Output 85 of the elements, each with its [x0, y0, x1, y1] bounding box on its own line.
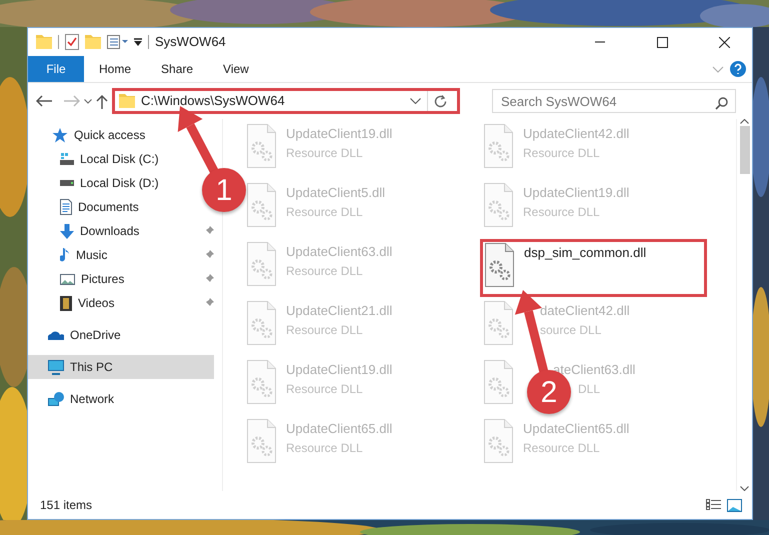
file-name: dsp_sim_common.dll	[524, 244, 646, 262]
drive-icon	[60, 180, 74, 186]
file-type: Resource DLL	[286, 204, 363, 220]
monitor-icon	[48, 360, 64, 374]
dll-file-icon	[247, 360, 276, 404]
maximize-icon	[656, 36, 668, 48]
file-name: UpdateClient65.dll	[286, 420, 392, 438]
search-icon[interactable]	[715, 97, 728, 110]
file-name: UpdateClient5.dll	[286, 184, 386, 202]
file-name: dateClient42.dll	[540, 302, 630, 320]
dll-file-icon	[484, 360, 513, 404]
file-type: Resource DLL	[523, 144, 600, 162]
dll-file-icon	[247, 301, 276, 345]
dll-file-icon	[484, 183, 513, 227]
sidebar-item[interactable]: Music	[28, 243, 112, 267]
cloud-icon	[48, 330, 64, 340]
sidebar-item[interactable]: Local Disk (D:)	[28, 171, 163, 195]
sidebar-item[interactable]: OneDrive	[28, 323, 125, 347]
scroll-down-icon[interactable]	[740, 486, 749, 491]
file-type: Resource DLL	[286, 322, 363, 338]
file-type: source DLL	[540, 322, 602, 338]
dll-file-icon	[247, 242, 276, 286]
file-name: UpdateClient21.dll	[286, 302, 392, 320]
dll-file-icon	[247, 419, 276, 463]
sidebar-item[interactable]: Network	[28, 387, 118, 411]
address-path: C:\Windows\SysWOW64	[141, 92, 286, 110]
details-view-icon[interactable]	[706, 498, 721, 510]
back-icon[interactable]	[36, 95, 52, 107]
dropdown-icon[interactable]	[134, 38, 142, 46]
file-item[interactable]: dsp_sim_common.dll	[480, 239, 707, 297]
sidebar-item[interactable]: Documents	[28, 195, 143, 219]
sidebar-item[interactable]: Quick access	[28, 123, 150, 147]
sidebar-item[interactable]: Pictures	[28, 267, 128, 291]
file-name: UpdateClient19.dll	[286, 361, 392, 379]
scroll-up-icon[interactable]	[740, 119, 749, 124]
document-icon	[60, 199, 72, 215]
refresh-icon[interactable]	[434, 94, 447, 108]
ribbon-tab[interactable]: Share	[146, 56, 208, 82]
ribbon-tab[interactable]: View	[208, 56, 264, 82]
properties-icon[interactable]	[107, 35, 128, 49]
sidebar-item[interactable]: Downloads	[28, 219, 144, 243]
file-type: DLL	[578, 380, 600, 398]
address-bar[interactable]: C:\Windows\SysWOW64	[112, 88, 460, 114]
minimize-icon	[595, 41, 605, 43]
file-name: UpdateClient19.dll	[286, 125, 392, 143]
sidebar-item[interactable]: Videos	[28, 291, 118, 315]
dll-file-icon	[247, 124, 276, 168]
close-icon	[718, 36, 730, 48]
music-note-icon	[60, 248, 70, 262]
dll-file-icon	[247, 183, 276, 227]
search-field[interactable]: Search SysWOW64	[492, 89, 736, 113]
dropdown-icon[interactable]	[410, 98, 421, 104]
dll-file-icon	[484, 419, 513, 463]
checklist-icon[interactable]	[65, 34, 79, 50]
file-name: UpdateClient65.dll	[523, 420, 630, 438]
up-icon[interactable]	[96, 94, 108, 108]
file-type: Resource DLL	[286, 144, 363, 162]
folder-icon	[119, 94, 135, 108]
item-count: 151 items	[40, 497, 92, 514]
file-name: UpdateClient42.dll	[523, 125, 630, 143]
file-name: UpdateClient19.dll	[523, 184, 630, 202]
dll-file-icon	[484, 124, 513, 168]
film-icon	[60, 296, 72, 310]
help-icon[interactable]	[730, 61, 746, 77]
file-name: UpdateClient63.dll	[286, 243, 392, 261]
window-title: SysWOW64	[155, 33, 226, 52]
file-menu-button[interactable]: File	[28, 56, 84, 82]
recent-locations-icon[interactable]	[84, 98, 92, 104]
large-icons-view-icon[interactable]	[727, 498, 742, 512]
ribbon-tab[interactable]: Home	[84, 56, 146, 82]
file-type: Resource DLL	[523, 440, 600, 456]
sidebar-item[interactable]: This PC	[28, 355, 214, 379]
sidebar-item[interactable]: Local Disk (C:)	[28, 147, 163, 171]
file-type: Resource DLL	[286, 380, 363, 398]
file-type: Resource DLL	[523, 204, 600, 220]
file-type: Resource DLL	[286, 262, 363, 280]
file-type: Resource DLL	[286, 440, 363, 456]
dll-file-icon	[485, 243, 514, 287]
star-icon	[52, 128, 68, 142]
download-icon	[60, 224, 74, 238]
network-icon	[48, 392, 64, 406]
scrollbar-thumb[interactable]	[740, 126, 750, 174]
image-icon	[60, 274, 75, 284]
dll-file-icon	[484, 301, 513, 345]
drive-icon	[60, 153, 74, 165]
